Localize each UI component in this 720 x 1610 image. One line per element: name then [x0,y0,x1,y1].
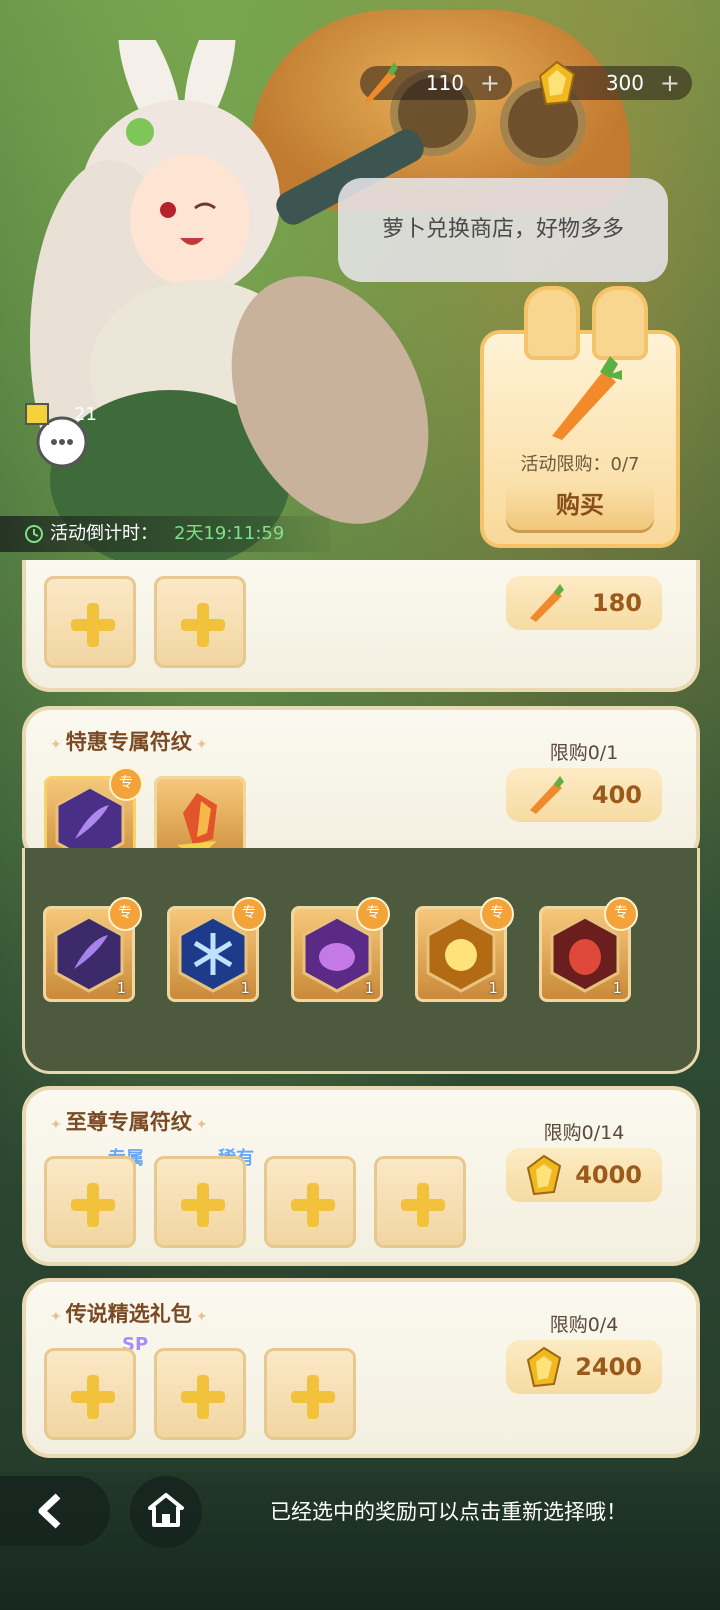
item-quantity: 1 [116,979,126,997]
gem-amount: 300 [605,71,644,95]
bunny-girl-illustration [30,40,429,570]
exclusive-badge: 专 [356,897,390,931]
price-button[interactable]: 2400 [506,1340,662,1394]
price-button[interactable]: 400 [506,768,662,822]
countdown-time: 2天19:11:59 [174,523,285,544]
item-quantity: 1 [612,979,622,997]
hint-text: 已经选中的奖励可以点击重新选择哦！ [270,1500,627,1524]
shop-card-supreme-rune: 至尊专属符纹 限购0/14 专属 稀有 4000 [22,1086,700,1266]
empty-slot[interactable] [44,1348,136,1440]
card-title: 至尊专属符纹 [50,1106,207,1136]
card-title: 特惠专属符纹 [50,726,207,756]
npc-speech-bubble: 萝卜兑换商店，好物多多 [338,178,668,282]
item-quantity: 1 [488,979,498,997]
shop-card-special-rune: 特惠专属符纹 限购0/1 专 1 3 400 [22,706,700,872]
carrot-icon [530,776,564,814]
item-quantity: 1 [240,979,250,997]
price-value: 2400 [575,1353,642,1381]
gold-crystal-icon [526,1346,562,1388]
empty-slot[interactable] [154,1156,246,1248]
price-value: 180 [591,589,642,617]
carrot-currency: 110 + [360,62,512,104]
exclusive-badge: 专 [108,897,142,931]
shop-card-partial: 180 [22,560,700,692]
purchase-limit: 限购0/4 [549,1314,619,1336]
exclusive-badge: 专 [109,767,143,801]
gold-crystal-icon [538,60,576,106]
empty-slot[interactable] [154,1348,246,1440]
empty-slot[interactable] [44,576,136,668]
empty-slot[interactable] [264,1348,356,1440]
clock-icon [25,525,43,543]
rune-option[interactable]: 专 1 [291,897,390,1002]
back-arrow-icon [38,1493,61,1529]
empty-slot[interactable] [154,576,246,668]
price-value: 4000 [575,1161,642,1189]
rune-option[interactable]: 专 1 [539,897,638,1002]
carrot-amount: 110 [425,71,464,95]
home-button[interactable] [130,1476,202,1548]
rune-options-panel: 专 1 专 1 专 1 专 1 专 1 [22,848,700,1074]
rune-option[interactable]: 专 1 [167,897,266,1002]
home-icon [148,1493,184,1527]
exclusive-badge: 专 [480,897,514,931]
exclusive-badge: 专 [232,897,266,931]
rune-option[interactable]: 专 1 [415,897,514,1002]
carrot-icon [364,62,398,104]
feature-limit-text: 活动限购：0/7 [520,454,640,475]
bottom-bar [0,1472,720,1610]
shop-card-legend-pack: 传说精选礼包 限购0/4 SP 2400 [22,1278,700,1458]
buy-button[interactable]: 购买 [506,480,654,530]
empty-slot[interactable] [374,1156,466,1248]
carrot-icon [530,584,564,622]
featured-carrot-card: 活动限购：0/7 购买 [480,286,680,548]
price-value: 400 [591,781,642,809]
add-carrot-button[interactable]: + [480,66,500,100]
purchase-limit: 限购0/1 [549,742,619,764]
rune-option[interactable]: 专 1 [43,897,142,1002]
carrot-icon [552,356,622,440]
countdown-label: 活动倒计时： [50,523,158,544]
back-button[interactable] [0,1476,110,1546]
purchase-limit: 限购0/14 [543,1122,625,1144]
price-button[interactable]: 180 [506,576,662,630]
event-countdown: 活动倒计时： 2天19:11:59 [0,516,330,552]
gem-currency: 300 + [538,60,692,106]
empty-slot[interactable] [44,1156,136,1248]
add-gem-button[interactable]: + [660,66,680,100]
chat-count: 21 [74,404,97,425]
empty-slot[interactable] [264,1156,356,1248]
card-title: 传说精选礼包 [50,1298,207,1328]
gold-crystal-icon [526,1154,562,1196]
item-quantity: 1 [364,979,374,997]
exclusive-badge: 专 [604,897,638,931]
price-button[interactable]: 4000 [506,1148,662,1202]
